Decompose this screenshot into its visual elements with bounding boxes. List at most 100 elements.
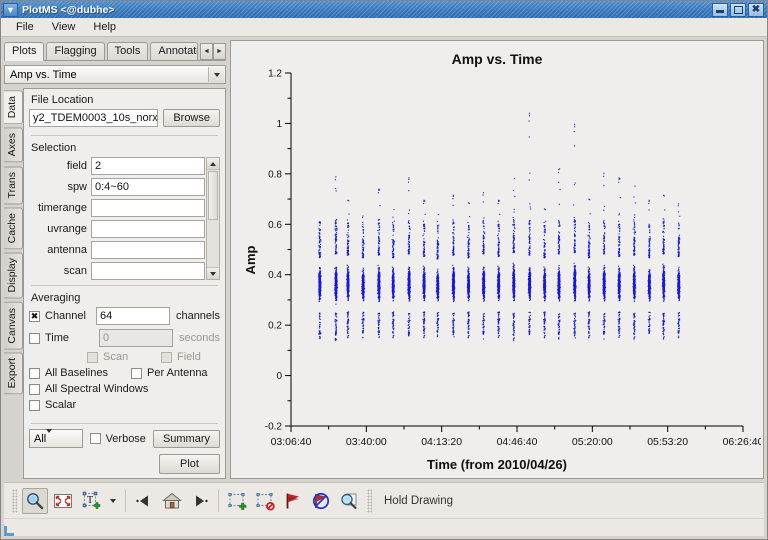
plot-selector-combo[interactable]: Amp vs. Time	[4, 65, 226, 84]
timerange-input[interactable]	[91, 199, 205, 217]
uvrange-input[interactable]	[91, 220, 205, 238]
antenna-input[interactable]	[91, 241, 205, 259]
per-antenna-checkbox[interactable]	[131, 367, 142, 379]
all-spectral-windows-checkbox[interactable]	[29, 383, 40, 395]
close-button[interactable]: ✖	[748, 2, 764, 17]
spw-label: spw	[67, 181, 87, 193]
sidebar-item-data[interactable]: Data	[4, 90, 23, 125]
field-input[interactable]: 2	[91, 157, 205, 175]
annotate-text-tool-icon[interactable]: T	[78, 488, 104, 514]
flag-icon[interactable]	[280, 488, 306, 514]
channel-value-input[interactable]: 64	[95, 307, 170, 325]
locate-icon[interactable]	[336, 488, 362, 514]
svg-text:04:13:20: 04:13:20	[421, 436, 462, 448]
window-menu-icon[interactable]: ▼	[3, 2, 18, 17]
tab-scroll-right-icon[interactable]: ►	[213, 43, 226, 60]
browse-button[interactable]: Browse	[163, 109, 220, 127]
all-spectral-windows-label: All Spectral Windows	[45, 383, 149, 395]
tab-flagging[interactable]: Flagging	[46, 42, 105, 60]
tab-scroll-left-icon[interactable]: ◄	[200, 43, 213, 60]
sidebar-item-display[interactable]: Display	[4, 252, 23, 299]
antenna-label: antenna	[47, 244, 87, 256]
back-stack-icon[interactable]	[131, 488, 157, 514]
timerange-label: timerange	[38, 202, 87, 214]
sidebar-item-cache[interactable]: Cache	[4, 206, 23, 250]
window-title: PlotMS <@dubhe>	[22, 3, 115, 16]
selection-scrollbar[interactable]	[206, 157, 220, 280]
svg-text:05:53:20: 05:53:20	[647, 436, 688, 448]
spw-input[interactable]: 0:4~60	[91, 178, 205, 196]
maximize-button[interactable]	[730, 2, 746, 17]
clear-regions-icon[interactable]	[252, 488, 278, 514]
svg-text:1.2: 1.2	[268, 69, 282, 80]
tab-annotator[interactable]: Annotato	[150, 42, 198, 60]
svg-text:0.8: 0.8	[268, 169, 282, 180]
tab-tools[interactable]: Tools	[106, 42, 149, 60]
plot-toolbar: T Hold Drawing	[4, 482, 764, 518]
pan-tool-icon[interactable]	[50, 488, 76, 514]
tab-strip: Plots Flagging Tools Annotato ◄ ►	[4, 40, 226, 61]
scroll-up-icon[interactable]	[207, 158, 219, 170]
sidebar-item-trans[interactable]: Trans	[4, 165, 23, 204]
time-unit-label: seconds	[179, 332, 220, 344]
chevron-down-icon[interactable]	[208, 67, 224, 82]
svg-text:0.6: 0.6	[268, 220, 282, 231]
zoom-tool-icon[interactable]	[22, 487, 48, 514]
scan-avg-label: Scan	[103, 351, 129, 363]
home-stack-icon[interactable]	[159, 488, 185, 514]
summary-scope-value: All	[34, 432, 47, 445]
scalar-checkbox[interactable]	[29, 399, 40, 411]
svg-text:03:40:00: 03:40:00	[346, 436, 387, 448]
sidebar-item-axes[interactable]: Axes	[4, 127, 23, 163]
summary-scope-combo[interactable]: All	[29, 428, 83, 448]
verbose-checkbox[interactable]	[89, 433, 101, 444]
menu-file[interactable]: File	[7, 19, 43, 35]
resize-grip-icon[interactable]	[4, 526, 14, 536]
toolbar-grip[interactable]	[12, 488, 17, 513]
summary-scope-chevron-down-icon[interactable]	[46, 428, 53, 445]
svg-text:06:26:40: 06:26:40	[723, 436, 761, 448]
scrollbar-thumb[interactable]	[208, 171, 218, 220]
svg-text:0.4: 0.4	[268, 270, 282, 281]
scan-checkbox[interactable]	[87, 351, 98, 363]
toolbar-grip-right[interactable]	[367, 488, 372, 513]
menu-view[interactable]: View	[43, 19, 85, 35]
verbose-label: Verbose	[105, 432, 146, 445]
scan-input[interactable]	[91, 262, 205, 280]
scalar-label: Scalar	[45, 399, 77, 411]
mark-region-icon[interactable]	[224, 488, 250, 514]
time-checkbox[interactable]	[29, 332, 40, 344]
close-icon: ✖	[751, 3, 761, 15]
main-body: Plots Flagging Tools Annotato ◄ ► Amp vs…	[1, 37, 767, 479]
maximize-icon	[733, 5, 743, 14]
left-panel: Plots Flagging Tools Annotato ◄ ► Amp vs…	[4, 40, 226, 479]
averaging-title: Averaging	[31, 292, 81, 304]
field-avg-label: Field	[177, 351, 201, 363]
unflag-icon[interactable]	[308, 488, 334, 514]
all-baselines-checkbox[interactable]	[29, 367, 40, 379]
channel-label: Channel	[45, 310, 86, 322]
field-checkbox[interactable]	[161, 351, 172, 363]
file-location-input[interactable]: y2_TDEM0003_10s_norx	[29, 109, 159, 127]
plot-panel[interactable]: Amp vs. Time Amp Time (from 2010/04/26) …	[230, 40, 764, 479]
annotate-dropdown-icon[interactable]	[106, 488, 120, 514]
plot-button[interactable]: Plot	[159, 454, 220, 474]
forward-stack-icon[interactable]	[187, 488, 213, 514]
title-bar: ▼ PlotMS <@dubhe> ✖	[1, 1, 767, 18]
svg-text:03:06:40: 03:06:40	[271, 436, 312, 448]
channel-checkbox[interactable]: ✖	[29, 310, 40, 322]
menu-bar: File View Help	[1, 18, 767, 37]
field-label: field	[66, 160, 87, 172]
scroll-down-icon[interactable]	[207, 267, 219, 279]
tab-plots[interactable]: Plots	[4, 42, 45, 61]
summary-button[interactable]: Summary	[152, 429, 220, 448]
menu-help[interactable]: Help	[84, 19, 125, 35]
plot-canvas[interactable]: Amp vs. Time Amp Time (from 2010/04/26) …	[233, 43, 761, 476]
scan-label: scan	[63, 265, 87, 277]
time-value-input[interactable]: 0	[99, 329, 174, 347]
sidebar-item-canvas[interactable]: Canvas	[4, 301, 23, 350]
sidebar-item-export[interactable]: Export	[4, 352, 23, 395]
scatter-plot-area[interactable]: -0.2 0 0.2 0.4 0.6 0.8 1 1.2 03:06:40 03:40:00 04:…	[233, 43, 761, 476]
side-tab-strip: Data Axes Trans Cache Display Canvas Exp…	[4, 88, 23, 479]
minimize-button[interactable]	[712, 2, 728, 17]
